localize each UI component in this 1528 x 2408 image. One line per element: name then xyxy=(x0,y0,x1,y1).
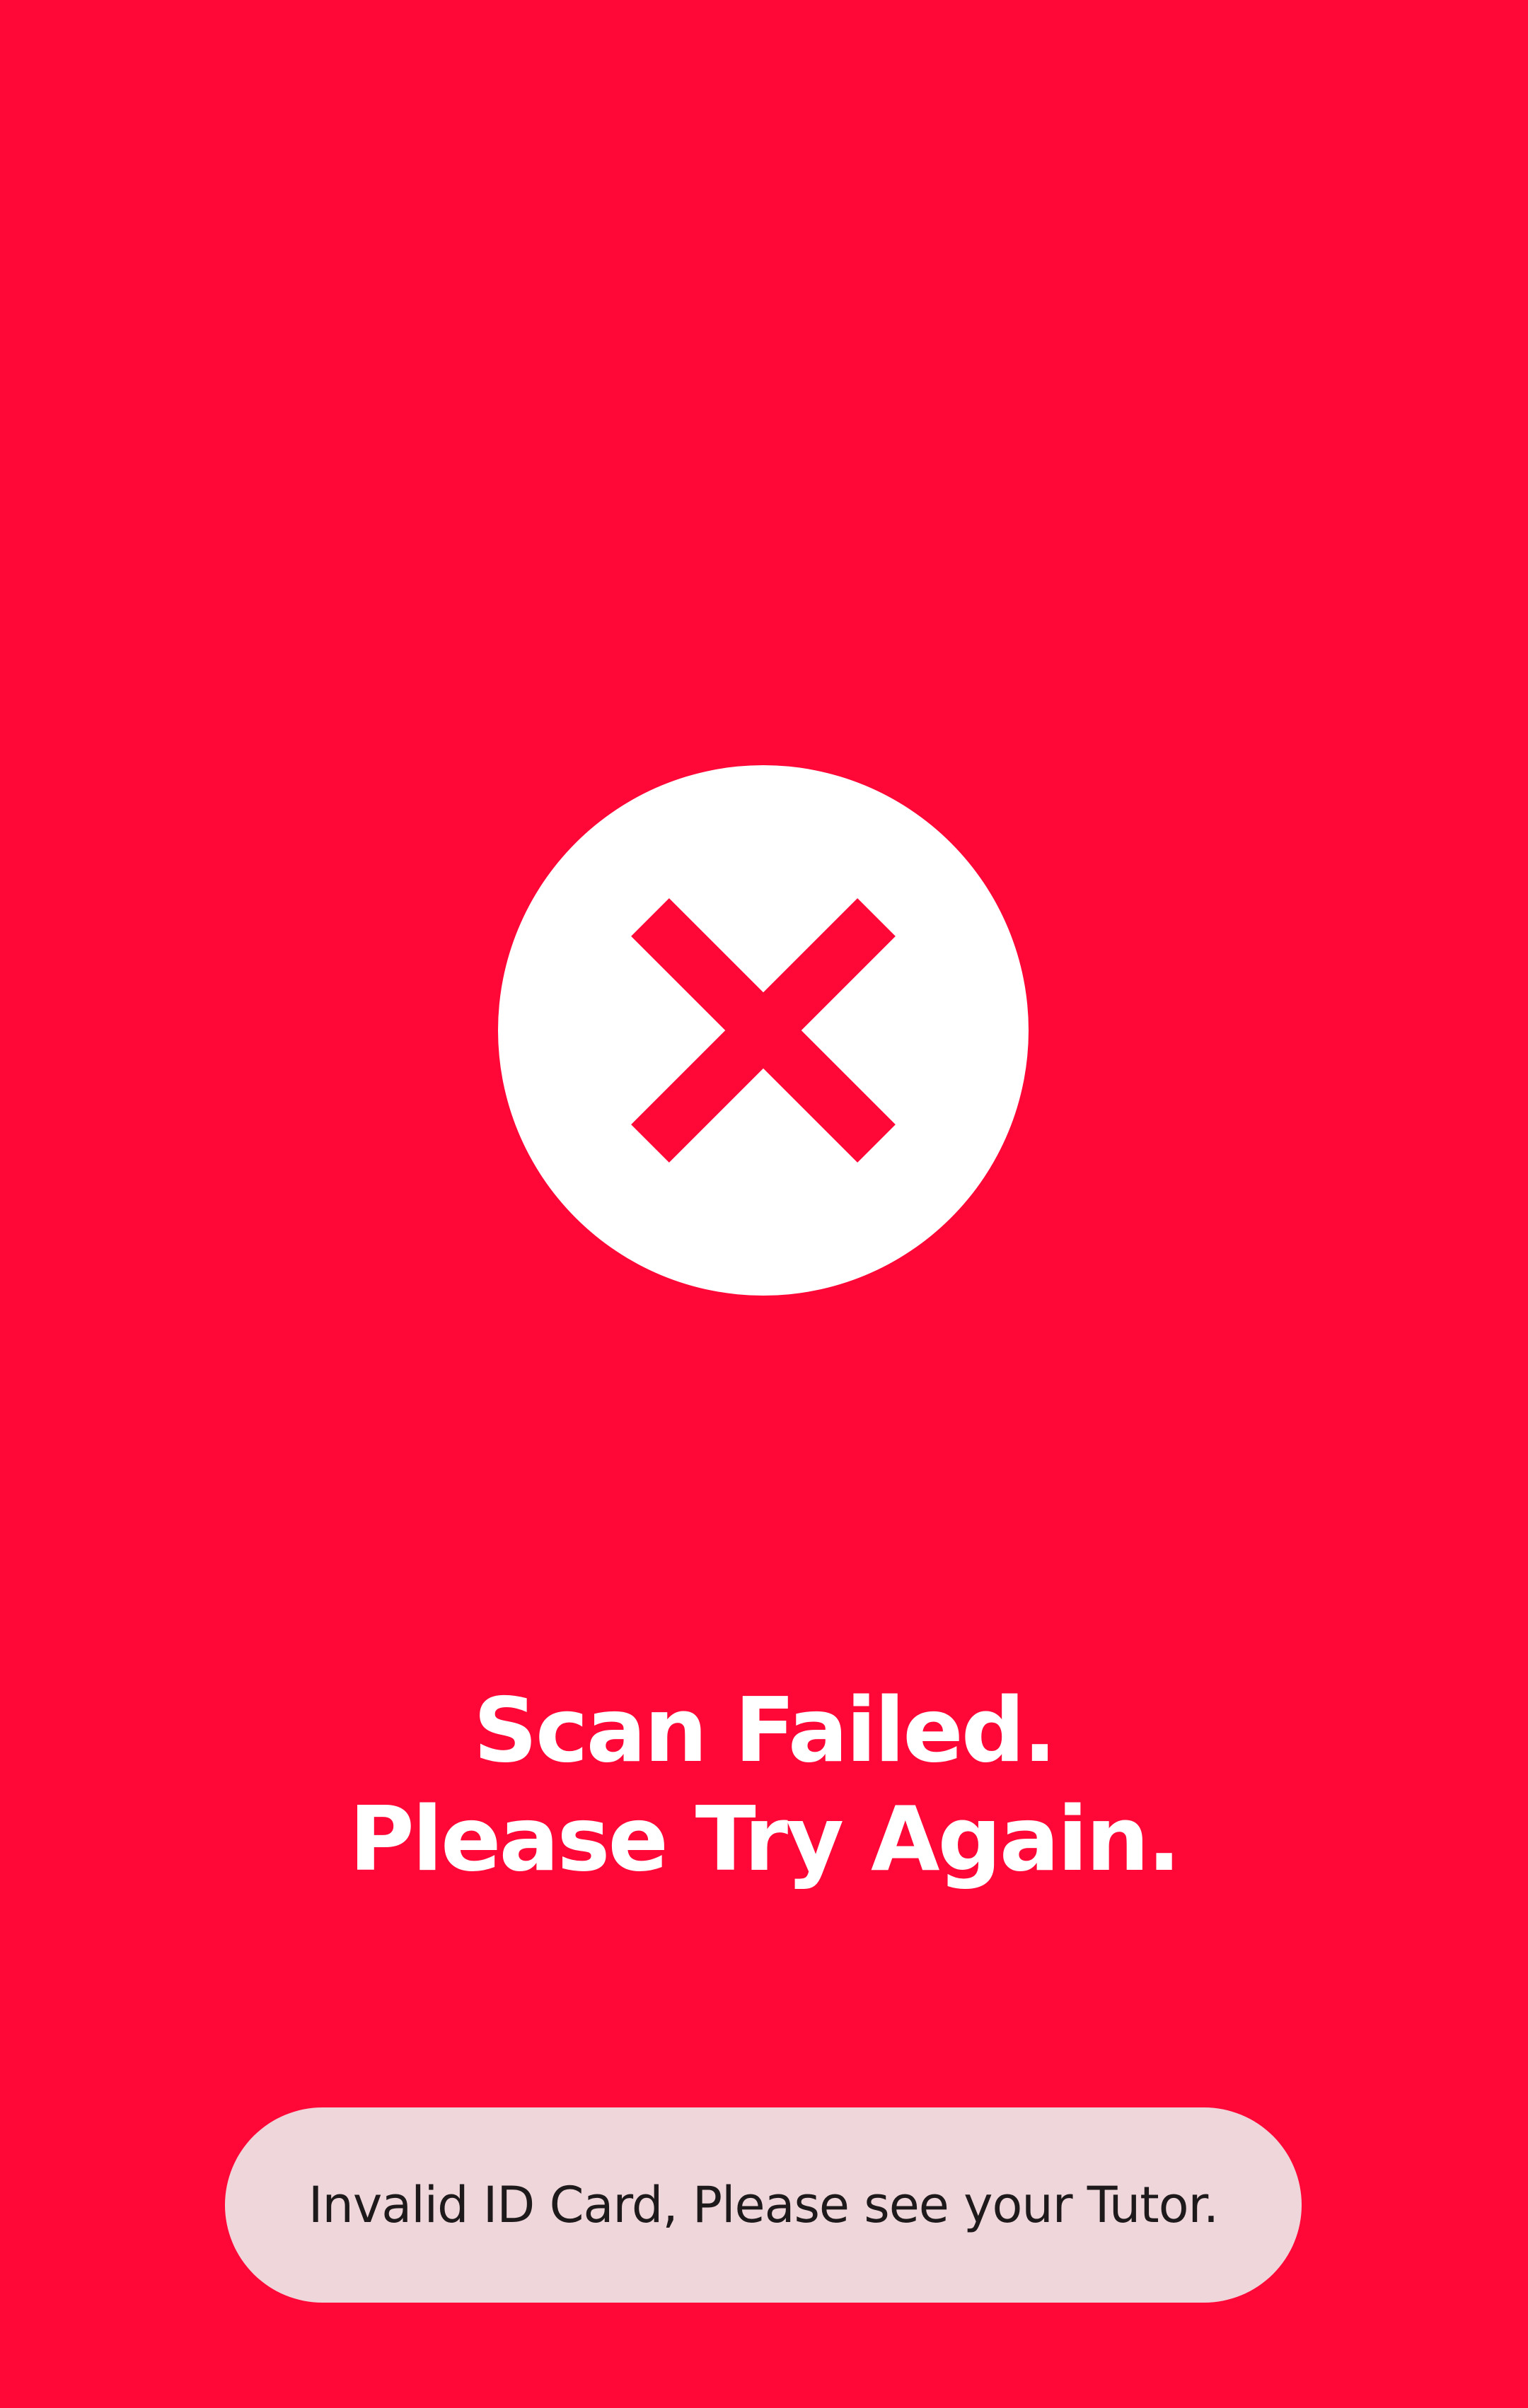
message-line-1: Scan Failed. xyxy=(473,1678,1057,1782)
message-line-2: Please Try Again. xyxy=(349,1787,1181,1891)
toast-notification: Invalid ID Card, Please see your Tutor. xyxy=(225,2107,1302,2303)
scan-failed-screen: Scan Failed. Please Try Again. Invalid I… xyxy=(0,0,1528,2408)
close-icon xyxy=(631,898,896,1163)
status-circle xyxy=(498,765,1029,1296)
scan-failed-message: Scan Failed. Please Try Again. xyxy=(0,1676,1528,1894)
toast-text: Invalid ID Card, Please see your Tutor. xyxy=(308,2176,1219,2234)
